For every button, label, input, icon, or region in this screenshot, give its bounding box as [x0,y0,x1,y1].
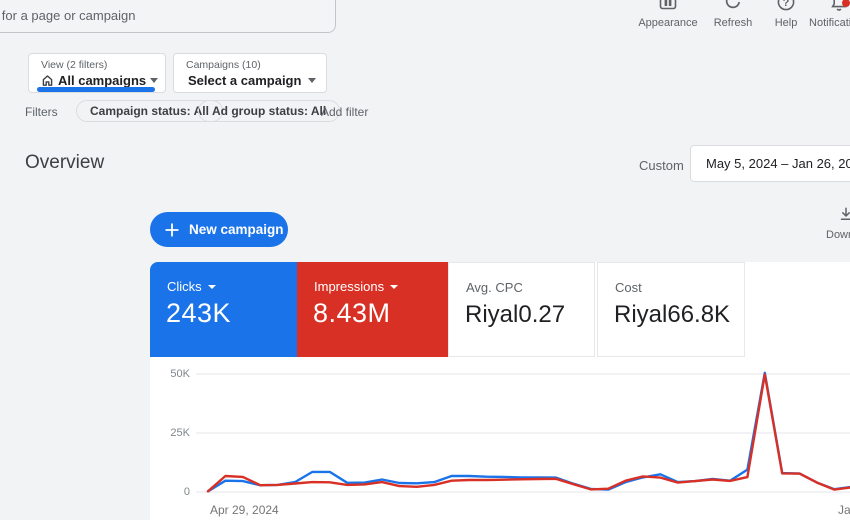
scorecard-avg-cpc[interactable]: Avg. CPC Riyal0.27 [448,262,595,357]
appearance-icon [635,0,701,17]
clicks-line [208,373,850,492]
y-axis-tick-50k: 50K [140,368,190,380]
view-selector[interactable]: View (2 filters) All campaigns [28,53,166,93]
scorecard-clicks[interactable]: Clicks 243K [150,262,297,357]
notifications-label: Notifications [804,17,850,29]
scorecard-clicks-value: 243K [166,298,231,329]
search-box[interactable] [0,0,336,33]
chevron-down-icon [308,78,316,83]
y-axis-tick-25k: 25K [140,427,190,439]
page-title: Overview [25,152,104,174]
campaign-selector-value: Select a campaign [188,73,301,88]
scorecard-impressions-value: 8.43M [313,298,391,329]
scorecard-impressions[interactable]: Impressions 8.43M [297,262,448,357]
download-button[interactable]: Download [826,206,850,241]
help-icon: ? [763,0,809,17]
notifications-icon [804,0,850,17]
notifications-button[interactable]: Notifications [804,0,850,29]
x-axis-tick-end: Jan 20, 2025 [838,503,850,517]
chevron-down-icon[interactable] [390,285,398,289]
download-icon [826,206,850,227]
chevron-down-icon[interactable] [208,285,216,289]
chevron-down-icon [150,78,158,83]
date-range-picker[interactable]: May 5, 2024 – Jan 26, 2025 [690,145,850,182]
campaign-selector-caption: Campaigns (10) [186,59,261,71]
date-range-value: May 5, 2024 – Jan 26, 2025 [706,156,850,171]
date-mode-label: Custom [639,158,684,173]
scorecard-cost[interactable]: Cost Riyal66.8K [597,262,745,357]
svg-text:?: ? [783,0,790,9]
download-label: Download [826,229,850,241]
scorecard-cost-label: Cost [615,280,642,295]
y-axis-tick-0: 0 [140,486,190,498]
x-axis-tick-start: Apr 29, 2024 [210,503,279,517]
scorecard-cost-value: Riyal66.8K [614,301,730,329]
help-label: Help [763,17,809,29]
add-filter-button[interactable]: Add filter [321,105,368,119]
home-icon [41,74,54,87]
help-button[interactable]: ? Help [763,0,809,29]
appearance-label: Appearance [635,17,701,29]
google-ads-overview-page: { "topbar": { "search_placeholder": "Sea… [0,0,850,520]
filter-chip-adgroup-status[interactable]: Ad group status: All [198,100,340,122]
refresh-icon [706,0,760,17]
plus-icon [165,223,179,237]
appearance-button[interactable]: Appearance [635,0,701,29]
new-campaign-label: New campaign [189,222,284,237]
search-input[interactable] [0,0,335,32]
new-campaign-button[interactable]: New campaign [150,212,288,247]
view-selector-active-indicator [37,87,155,92]
scorecard-clicks-label: Clicks [167,279,202,294]
view-selector-caption: View (2 filters) [41,59,107,71]
scorecard-impressions-label: Impressions [314,279,384,294]
scorecard-avg-cpc-label: Avg. CPC [466,280,523,295]
refresh-button[interactable]: Refresh [706,0,760,29]
refresh-label: Refresh [706,17,760,29]
filters-label: Filters [25,105,58,119]
campaign-selector[interactable]: Campaigns (10) Select a campaign [173,53,327,93]
view-selector-value: All campaigns [58,73,146,88]
overview-chart [150,357,850,520]
scorecard-avg-cpc-value: Riyal0.27 [465,301,565,329]
